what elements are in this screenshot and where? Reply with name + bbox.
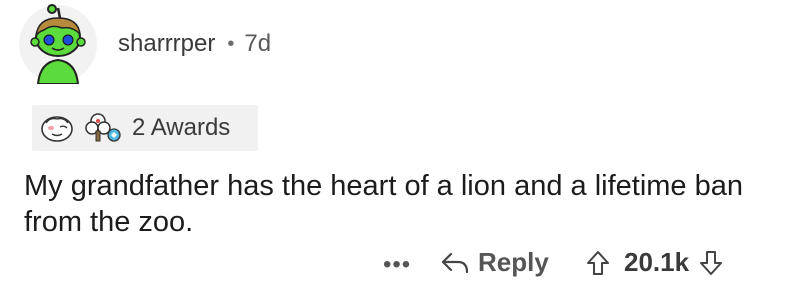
- meta-separator: •: [227, 32, 235, 55]
- more-options-button[interactable]: •••: [383, 251, 411, 279]
- comment-age: 7d: [244, 30, 272, 57]
- reply-label: Reply: [478, 247, 549, 277]
- comment-body: My grandfather has the heart of a lion a…: [24, 170, 743, 238]
- awards-count: 2 Awards: [132, 114, 231, 141]
- comment: sharrrper • 7d 2 Awards My grandfather h…: [0, 0, 800, 285]
- comment-meta: sharrrper • 7d: [118, 30, 271, 58]
- downvote-icon[interactable]: [699, 250, 723, 276]
- reply-button[interactable]: Reply: [440, 247, 549, 278]
- reply-arrow-icon: [441, 252, 469, 273]
- vote-controls: 20.1k: [586, 247, 723, 278]
- comment-actions: ••• Reply 20.1k: [0, 247, 800, 283]
- upvote-icon[interactable]: [586, 250, 610, 276]
- award-tree-icon: [84, 111, 124, 150]
- snoo-avatar-icon: [19, 4, 97, 85]
- wholesome-seal-icon: [40, 113, 74, 148]
- vote-score: 20.1k: [624, 247, 690, 277]
- avatar[interactable]: [18, 4, 98, 85]
- author-username[interactable]: sharrrper: [118, 30, 215, 58]
- awards-bar[interactable]: 2 Awards: [32, 105, 258, 151]
